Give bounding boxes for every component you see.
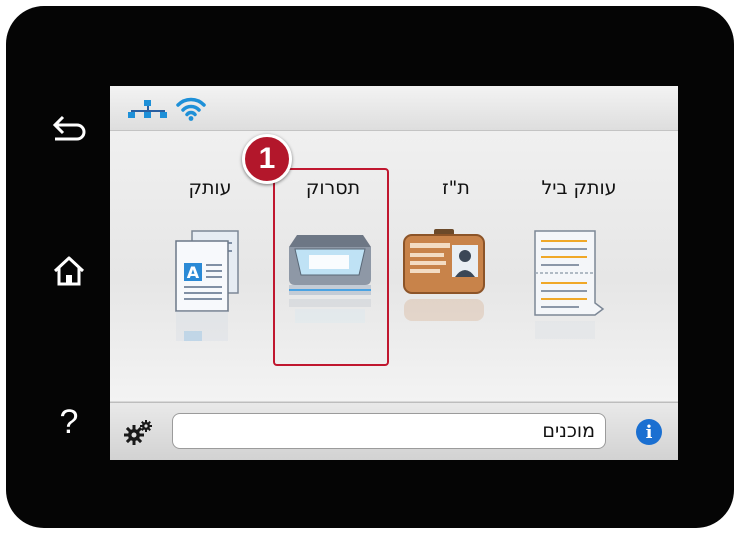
app-tile-id-copy[interactable]: ת"ז bbox=[396, 131, 516, 401]
touch-screen: עותק A תסרוק ת"ז עותק ביל מוכנים i bbox=[110, 86, 678, 460]
app-grid: עותק A תסרוק ת"ז עותק ביל bbox=[110, 131, 678, 401]
help-button[interactable]: ? bbox=[34, 392, 104, 452]
status-text: מוכנים bbox=[542, 420, 595, 442]
info-icon: i bbox=[636, 419, 662, 445]
id-card-icon bbox=[403, 229, 485, 321]
status-field: מוכנים bbox=[172, 413, 606, 449]
bottom-bar: מוכנים i bbox=[110, 402, 678, 460]
app-label-id-copy: ת"ז bbox=[442, 177, 470, 199]
settings-button[interactable] bbox=[110, 403, 168, 460]
home-icon bbox=[53, 256, 85, 286]
app-label-copy: עותק bbox=[188, 177, 232, 199]
receipt-icon bbox=[534, 230, 605, 339]
gears-icon bbox=[124, 420, 152, 445]
step-number-badge: 1 bbox=[242, 134, 292, 184]
info-button[interactable]: i bbox=[620, 403, 678, 460]
back-arrow-icon bbox=[52, 115, 86, 141]
help-icon: ? bbox=[59, 402, 79, 441]
wifi-icon bbox=[176, 97, 206, 121]
app-tile-receipt-copy[interactable]: עותק ביל bbox=[519, 131, 639, 401]
scan-highlight-frame bbox=[273, 168, 389, 366]
svg-text:A: A bbox=[187, 263, 200, 282]
back-button[interactable] bbox=[34, 98, 104, 158]
app-label-receipt-copy: עותק ביל bbox=[541, 177, 617, 199]
home-button[interactable] bbox=[34, 241, 104, 301]
copy-icon: A bbox=[175, 230, 239, 341]
status-bar bbox=[110, 86, 678, 131]
network-icon bbox=[128, 100, 167, 118]
